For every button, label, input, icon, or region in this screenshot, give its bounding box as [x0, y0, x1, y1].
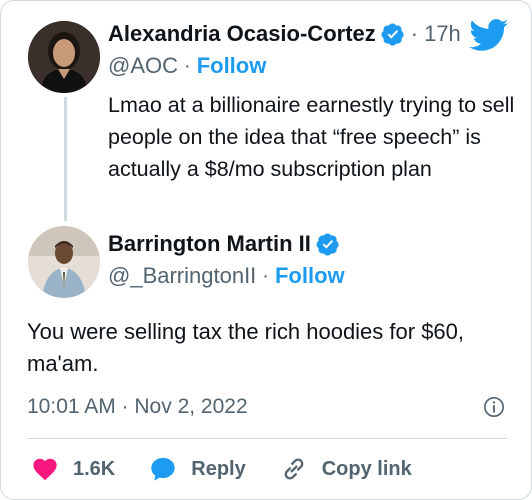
- tweet-actions-bar: 1.6K Reply Copy link: [31, 453, 446, 485]
- reply-handle-row: @_BarringtonII · Follow: [108, 263, 345, 289]
- reply-label: Reply: [191, 457, 246, 480]
- like-button[interactable]: 1.6K: [31, 455, 115, 483]
- info-icon[interactable]: [483, 396, 505, 418]
- reply-tweet-text: You were selling tax the rich hoodies fo…: [27, 319, 465, 376]
- heart-icon: [33, 458, 57, 481]
- reply-handle[interactable]: @_BarringtonII: [108, 263, 256, 289]
- parent-author-row: Alexandria Ocasio-Cortez · 17h: [108, 21, 461, 47]
- verified-badge-icon: [381, 23, 404, 46]
- avatar-barrington-image: [28, 226, 100, 298]
- tweet-meta-row: 10:01 AM · Nov 2, 2022: [27, 393, 505, 421]
- twitter-bird-icon[interactable]: [469, 19, 509, 52]
- reply-bubble-icon: [151, 457, 175, 481]
- avatar-aoc[interactable]: [28, 21, 100, 93]
- verified-badge-icon: [316, 233, 339, 256]
- reply-button[interactable]: Reply: [149, 455, 246, 483]
- avatar-aoc-image: [28, 21, 100, 93]
- avatar-barrington[interactable]: [28, 226, 100, 298]
- parent-time[interactable]: 17h: [424, 21, 461, 47]
- parent-handle-row: @AOC · Follow: [108, 53, 266, 79]
- tweet-timestamp[interactable]: 10:01 AM · Nov 2, 2022: [27, 395, 248, 419]
- parent-handle[interactable]: @AOC: [108, 53, 178, 79]
- copy-link-label: Copy link: [321, 457, 412, 480]
- link-icon: [284, 458, 304, 480]
- reply-author-row: Barrington Martin II: [108, 231, 340, 257]
- reply-follow-button[interactable]: Follow: [275, 263, 345, 289]
- handle-separator: ·: [262, 264, 269, 287]
- parent-author-name[interactable]: Alexandria Ocasio-Cortez: [108, 21, 376, 47]
- time-separator: ·: [410, 21, 419, 46]
- thread-connector-line: [64, 97, 67, 221]
- reply-author-name[interactable]: Barrington Martin II: [108, 231, 311, 257]
- copy-link-button[interactable]: Copy link: [280, 455, 412, 483]
- parent-tweet-text: Lmao at a billionaire earnestly trying t…: [108, 93, 515, 181]
- actions-divider: [27, 438, 507, 439]
- like-count: 1.6K: [73, 457, 116, 480]
- tweet-embed-card: Alexandria Ocasio-Cortez · 17h @AOC · Fo…: [0, 0, 532, 500]
- parent-follow-button[interactable]: Follow: [197, 53, 267, 79]
- handle-separator: ·: [184, 54, 191, 77]
